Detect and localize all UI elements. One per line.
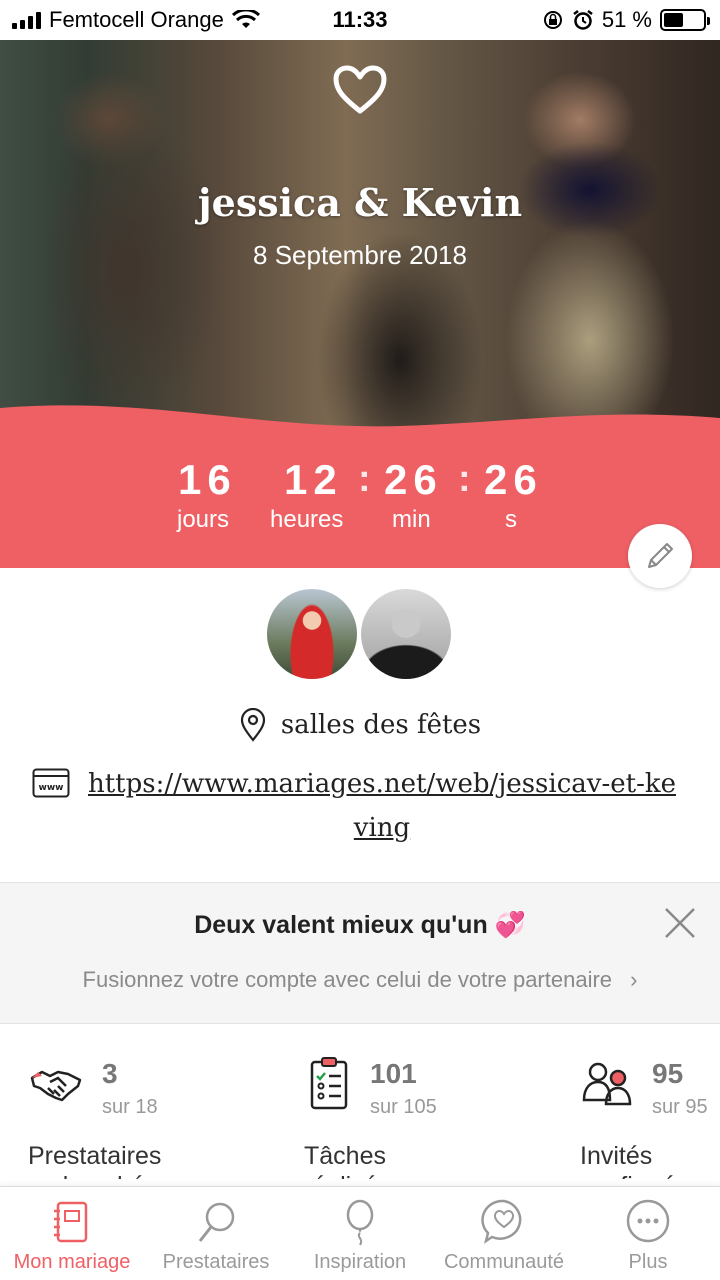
countdown-minutes: 26 xyxy=(384,456,443,503)
stat-vendors-label: Prestataires xyxy=(28,1142,162,1170)
tab-label: Mon mariage xyxy=(13,1251,131,1273)
banner-title: Deux valent mieux qu'un 💞 xyxy=(194,911,526,939)
couple-names: jessica & Kevin xyxy=(197,180,523,225)
countdown-separator: : xyxy=(358,458,371,500)
countdown-band: 16 12 : 26 : 26 jours heures min s xyxy=(0,440,720,568)
tab-mon-mariage[interactable]: Mon mariage xyxy=(0,1187,144,1280)
svg-text:www: www xyxy=(39,783,64,793)
venue-location[interactable]: salles des fêtes xyxy=(0,708,720,742)
tab-label: Inspiration xyxy=(313,1251,407,1273)
battery-icon xyxy=(660,9,710,31)
wedding-date: 8 Septembre 2018 xyxy=(253,240,467,270)
groom-avatar[interactable] xyxy=(358,586,454,682)
tab-label: Communauté xyxy=(443,1251,565,1273)
stat-vendors-count: 3 xyxy=(102,1058,118,1089)
hero-cover-photo[interactable]: jessica & Kevin 8 Septembre 2018 xyxy=(0,40,720,440)
tab-label: Prestataires xyxy=(162,1251,270,1273)
countdown-days: 16 xyxy=(178,456,237,503)
tab-inspiration[interactable]: Inspiration xyxy=(288,1187,432,1280)
countdown-seconds-label: s xyxy=(505,506,517,533)
tab-communaute[interactable]: Communauté xyxy=(432,1187,576,1280)
status-bar: Femtocell Orange 11:33 51 % xyxy=(0,0,720,40)
countdown-seconds: 26 xyxy=(484,456,543,503)
venue-name: salles des fêtes xyxy=(280,710,482,740)
rotation-lock-icon xyxy=(543,11,562,29)
browser-icon: www xyxy=(32,768,70,798)
countdown-hours-label: heures xyxy=(270,506,344,533)
magnifier-icon xyxy=(198,1202,235,1242)
heart-icon xyxy=(333,65,387,114)
countdown-minutes-label: min xyxy=(392,506,431,533)
chevron-right-icon: › xyxy=(630,967,638,992)
stat-tasks-label: Tâches xyxy=(304,1142,386,1170)
stat-guests-total: sur 95 xyxy=(652,1096,708,1118)
chat-heart-icon xyxy=(481,1199,522,1244)
countdown-separator: : xyxy=(458,458,471,500)
handshake-icon xyxy=(30,1070,82,1102)
location-pin-icon xyxy=(240,708,265,742)
alarm-icon xyxy=(573,10,593,30)
pencil-icon xyxy=(648,543,673,568)
stat-tasks-count: 101 xyxy=(370,1058,417,1089)
battery-percent: 51 % xyxy=(601,7,652,32)
bottom-tab-bar: Mon mariage Prestataires Inspiration Com… xyxy=(0,1186,720,1280)
stat-guests-count: 95 xyxy=(652,1058,684,1089)
tab-plus[interactable]: Plus xyxy=(576,1187,720,1280)
banner-subtitle[interactable]: Fusionnez votre compte avec celui de vot… xyxy=(0,967,720,993)
balloon-icon xyxy=(346,1199,374,1246)
edit-button[interactable] xyxy=(628,524,692,588)
banner-subtitle-text: Fusionnez votre compte avec celui de vot… xyxy=(82,967,613,992)
stat-guests-label: Invités xyxy=(580,1142,653,1170)
countdown-hours: 12 xyxy=(284,456,343,503)
more-icon xyxy=(626,1199,670,1243)
tab-prestataires[interactable]: Prestataires xyxy=(144,1187,288,1280)
status-right: 51 % xyxy=(542,7,710,33)
close-icon[interactable] xyxy=(660,903,700,943)
guests-icon xyxy=(582,1062,632,1106)
tab-label: Plus xyxy=(628,1251,668,1273)
countdown-days-label: jours xyxy=(177,506,230,533)
website-url[interactable]: https://www.mariages.net/web/jessicav-et… xyxy=(82,762,682,850)
bride-avatar[interactable] xyxy=(264,586,360,682)
wedding-website-link[interactable]: www https://www.mariages.net/web/jessica… xyxy=(32,762,692,850)
checklist-icon xyxy=(310,1057,348,1110)
stat-vendors-total: sur 18 xyxy=(102,1096,158,1118)
notebook-icon xyxy=(54,1201,88,1243)
stat-tasks-total: sur 105 xyxy=(370,1096,437,1118)
merge-account-banner[interactable]: Deux valent mieux qu'un 💞 Fusionnez votr… xyxy=(0,882,720,1024)
wave-divider xyxy=(0,405,720,444)
